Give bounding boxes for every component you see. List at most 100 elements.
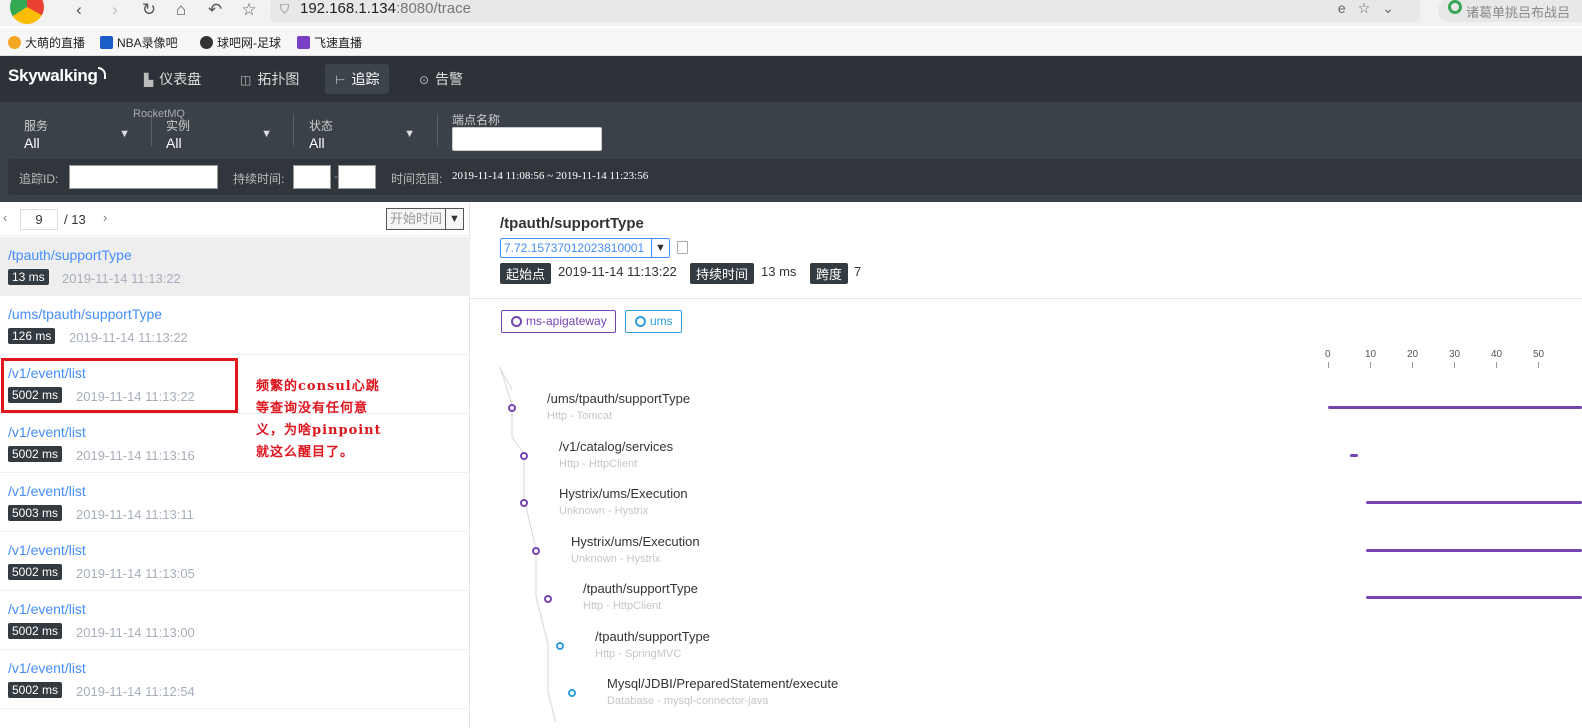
logo-swirl-icon (97, 67, 106, 79)
circle-icon (635, 316, 646, 327)
forward-icon[interactable]: › (104, 0, 126, 22)
trace-id-input[interactable] (69, 165, 218, 189)
trace-id-select[interactable]: 7.72.15737012023810001 ▼ (500, 238, 670, 258)
legend-service[interactable]: ums (625, 310, 682, 333)
undo-icon[interactable]: ↶ (204, 0, 226, 22)
chevron-down-icon: ▼ (651, 239, 669, 257)
span-node-icon (532, 547, 540, 555)
trace-time: 2019-11-14 11:13:00 (76, 625, 195, 640)
scale-tick: 30 (1449, 349, 1461, 360)
divider (470, 298, 1582, 299)
duration-max-input[interactable] (338, 165, 376, 189)
endpoint-label: 端点名称 (452, 113, 501, 127)
search-box-text: 诸葛单挑吕布战吕 (1466, 5, 1571, 20)
span-name[interactable]: /v1/catalog/services (559, 439, 673, 454)
chart-icon: ▙ (144, 73, 154, 87)
security-shield-icon: ⛉ (280, 2, 290, 16)
trace-list-item[interactable]: /v1/event/list 5002 ms 2019-11-14 11:13:… (0, 532, 470, 591)
span-name[interactable]: Hystrix/ums/Execution (571, 534, 700, 549)
span-name[interactable]: /tpauth/supportType (595, 629, 710, 644)
endpoint-input[interactable] (452, 127, 602, 151)
trace-list-item[interactable]: /ums/tpauth/supportType 126 ms 2019-11-1… (0, 296, 470, 355)
nav-trace[interactable]: ⊢ 追踪 (325, 64, 390, 94)
span-component: Http - HttpClient (583, 600, 662, 612)
divider (293, 114, 294, 146)
nav-dashboard[interactable]: ▙ 仪表盘 (134, 64, 211, 94)
chevron-down-icon: ▼ (119, 128, 130, 140)
bookmark-item[interactable]: NBA录像吧 (100, 34, 178, 51)
chevron-down-icon: ▼ (404, 128, 415, 140)
span-name[interactable]: /ums/tpauth/supportType (547, 391, 690, 406)
duration-value: 13 ms (761, 264, 797, 279)
url-text: 192.168.1.134:8080/trace (300, 0, 471, 17)
trace-duration: 5002 ms (8, 623, 63, 639)
pagination: ‹ 9 / 13 › 开始时间 ▼ (0, 202, 470, 236)
trace-duration: 5002 ms (8, 682, 63, 698)
trace-endpoint: /v1/event/list (8, 601, 86, 617)
instance-value: All (166, 135, 182, 151)
span-bar[interactable] (1350, 454, 1358, 457)
trace-time: 2019-11-14 11:13:22 (62, 271, 181, 286)
alarm-icon: ⊙ (419, 73, 430, 87)
span-name[interactable]: Hystrix/ums/Execution (559, 486, 688, 501)
page-input[interactable]: 9 (20, 209, 58, 230)
copy-icon[interactable] (677, 241, 688, 254)
trace-duration: 5002 ms (8, 564, 63, 580)
legend-service[interactable]: ms-apigateway (501, 310, 616, 333)
bookmark-star-icon[interactable]: ☆ (238, 0, 260, 22)
bookmark-item[interactable]: 飞速直播 (297, 34, 362, 51)
bookmark-item[interactable]: 大萌的直播 (8, 34, 85, 51)
prev-page-icon[interactable]: ‹ (3, 210, 7, 225)
duration-tag: 持续时间 (690, 263, 755, 284)
bookmarks-bar: 大萌的直播 NBA录像吧 球吧网-足球 飞速直播 (0, 28, 1582, 56)
trace-time: 2019-11-14 11:13:16 (76, 448, 195, 463)
trace-list-item[interactable]: /tpauth/supportType 13 ms 2019-11-14 11:… (0, 237, 470, 296)
search-engine-icon (1448, 0, 1462, 14)
trace-duration: 13 ms (8, 269, 49, 285)
span-name[interactable]: Mysql/JDBI/PreparedStatement/execute (607, 676, 838, 691)
service-value: All (24, 135, 40, 151)
soccer-ball-icon (200, 36, 213, 49)
span-bar[interactable] (1366, 501, 1582, 504)
status-label: 状态 (309, 119, 334, 133)
annotation-line: 频繁的consul心跳 (256, 379, 380, 394)
instance-select[interactable]: 实例 All ▼ (166, 110, 276, 156)
detail-title: /tpauth/supportType (500, 215, 644, 232)
status-select[interactable]: 状态 All ▼ (309, 110, 419, 156)
span-name[interactable]: /tpauth/supportType (583, 581, 698, 596)
flame-icon (8, 36, 21, 49)
nav-alarm[interactable]: ⊙ 告警 (409, 64, 473, 94)
span-component: Unknown - Hystrix (559, 505, 649, 517)
span-bar[interactable] (1366, 549, 1582, 552)
span-component: Http - Tomcat (547, 410, 613, 422)
annotation-line: 就这么醒目了。 (256, 445, 355, 460)
trace-icon: ⊢ (335, 73, 346, 87)
span-node-icon (508, 404, 516, 412)
span-component: Unknown - Hystrix (571, 553, 661, 565)
span-node-icon (520, 452, 528, 460)
status-value: All (309, 135, 325, 151)
scale-mark (1412, 362, 1413, 368)
back-icon[interactable]: ‹ (68, 0, 90, 22)
trace-list-item[interactable]: /v1/event/list 5003 ms 2019-11-14 11:13:… (0, 473, 470, 532)
browser-logo-icon[interactable] (10, 0, 44, 24)
next-page-icon[interactable]: › (103, 210, 107, 225)
address-bar[interactable]: ⛉ 192.168.1.134:8080/trace e☆⌄ (270, 0, 1420, 22)
trace-list-item[interactable]: /v1/event/list 5002 ms 2019-11-14 11:12:… (0, 650, 470, 709)
bookmark-item[interactable]: 球吧网-足球 (200, 34, 281, 51)
service-select[interactable]: 服务 All ▼ (24, 110, 134, 156)
home-icon[interactable]: ⌂ (170, 0, 192, 22)
sort-select[interactable]: 开始时间 ▼ (386, 208, 464, 230)
span-bar[interactable] (1328, 406, 1582, 409)
nav-topology[interactable]: ◫ 拓扑图 (230, 64, 309, 94)
trace-list-item[interactable]: /v1/event/list 5002 ms 2019-11-14 11:13:… (0, 591, 470, 650)
browser-search-box[interactable]: 诸葛单挑吕布战吕 (1438, 0, 1582, 22)
span-bar[interactable] (1366, 596, 1582, 599)
duration-min-input[interactable] (293, 165, 331, 189)
span-value: 7 (854, 264, 862, 279)
page-total: / 13 (64, 212, 86, 227)
reload-icon[interactable]: ↻ (138, 0, 160, 22)
scale-tick: 20 (1407, 349, 1419, 360)
time-range-value[interactable]: 2019-11-14 11:08:56 ~ 2019-11-14 11:23:5… (452, 170, 648, 182)
address-bar-icons[interactable]: e☆⌄ (1338, 0, 1406, 17)
